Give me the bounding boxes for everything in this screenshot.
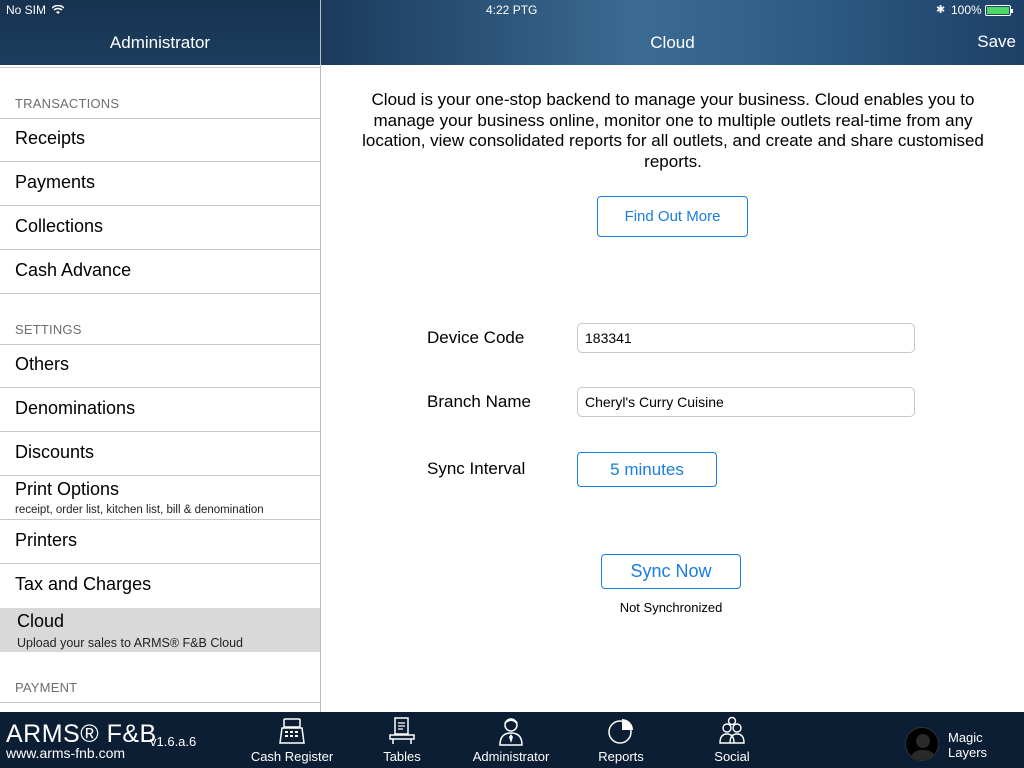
sidebar-item-cash-advance[interactable]: Cash Advance [0, 250, 320, 294]
branch-name-field[interactable]: Cheryl's Curry Cuisine [577, 387, 915, 417]
sidebar-item-print-options[interactable]: Print Options receipt, order list, kitch… [0, 476, 320, 520]
sidebar-item-tax-and-charges[interactable]: Tax and Charges [0, 564, 320, 608]
device-code-field[interactable]: 183341 [577, 323, 915, 353]
sidebar-item-label: Payments [15, 172, 96, 192]
administrator-icon [499, 718, 523, 746]
sidebar-item-label: Print Options [15, 479, 120, 499]
section-header-payment: PAYMENT [15, 680, 78, 695]
sync-status-text: Not Synchronized [619, 600, 723, 615]
sidebar-item-label: Denominations [15, 398, 136, 418]
tab-label: Administrator [472, 749, 550, 764]
cloud-description: Cloud is your one-stop backend to manage… [362, 90, 984, 171]
tab-label: Reports [598, 749, 644, 764]
tab-cash-register[interactable]: Cash Register [237, 712, 347, 768]
sidebar-title: Administrator [109, 33, 211, 52]
social-icon [719, 716, 745, 744]
battery-status: 100% [951, 3, 1013, 17]
tab-administrator[interactable]: Administrator [456, 712, 566, 768]
sidebar-item-label: Cloud [17, 611, 65, 631]
sidebar-item-collections[interactable]: Collections [0, 206, 320, 250]
status-time: 4:22 PTG [486, 3, 538, 17]
find-out-more-button[interactable]: Find Out More [597, 196, 748, 237]
divider [0, 293, 320, 294]
sidebar-item-receipts[interactable]: Receipts [0, 118, 320, 162]
sidebar-item-label: Cash Advance [15, 260, 132, 280]
app-version: v1.6.a.6 [150, 734, 197, 749]
sync-interval-button[interactable]: 5 minutes [577, 452, 717, 487]
sidebar-item-label: Printers [15, 530, 78, 550]
wifi-icon [51, 4, 65, 14]
tab-social[interactable]: Social [677, 712, 787, 768]
user-avatar[interactable] [905, 727, 939, 761]
bottom-tab-bar: ARMS® F&B www.arms-fnb.com v1.6.a.6 Cash… [0, 712, 1024, 768]
sidebar-item-cloud[interactable]: Cloud Upload your sales to ARMS® F&B Clo… [0, 608, 320, 652]
sidebar-item-payments[interactable]: Payments [0, 162, 320, 206]
cash-register-icon [279, 718, 305, 744]
tab-label: Tables [383, 749, 421, 764]
tab-tables[interactable]: Tables [347, 712, 457, 768]
sync-now-button[interactable]: Sync Now [601, 554, 741, 589]
sidebar-item-label: Receipts [15, 128, 86, 148]
section-header-settings: SETTINGS [15, 322, 82, 337]
sidebar-item-subtitle: Upload your sales to ARMS® F&B Cloud [17, 636, 243, 650]
user-name[interactable]: Magic Layers [948, 730, 1008, 760]
sidebar-item-label: Discounts [15, 442, 95, 462]
sync-interval-label: Sync Interval [427, 459, 526, 478]
sidebar-item-label: Collections [15, 216, 104, 236]
branch-name-label: Branch Name [427, 392, 531, 411]
split-divider [320, 0, 321, 712]
section-header-transactions: TRANSACTIONS [15, 96, 120, 111]
sidebar-item-subtitle: receipt, order list, kitchen list, bill … [15, 504, 264, 516]
save-button[interactable]: Save [950, 32, 1016, 52]
carrier-status: No SIM [6, 3, 65, 17]
tab-label: Cash Register [250, 749, 334, 764]
divider [0, 702, 320, 703]
tab-reports[interactable]: Reports [566, 712, 676, 768]
sidebar-item-discounts[interactable]: Discounts [0, 432, 320, 476]
device-code-label: Device Code [427, 328, 525, 347]
sidebar[interactable]: TRANSACTIONS Receipts Payments Collectio… [0, 65, 320, 712]
battery-level [986, 6, 1009, 14]
sidebar-item-denominations[interactable]: Denominations [0, 388, 320, 432]
reports-icon [608, 719, 633, 744]
tab-label: Social [714, 749, 750, 764]
user-icon [910, 734, 936, 760]
brand-url: www.arms-fnb.com [6, 745, 126, 761]
bluetooth-icon: ✱ [936, 4, 946, 16]
sidebar-item-label: Tax and Charges [15, 574, 152, 594]
divider [0, 67, 320, 68]
sidebar-item-others[interactable]: Others [0, 344, 320, 388]
sidebar-item-label: Others [15, 354, 70, 374]
battery-icon [984, 4, 1013, 16]
page-title: Cloud [650, 33, 695, 52]
sidebar-item-printers[interactable]: Printers [0, 520, 320, 564]
tables-icon [389, 717, 415, 744]
